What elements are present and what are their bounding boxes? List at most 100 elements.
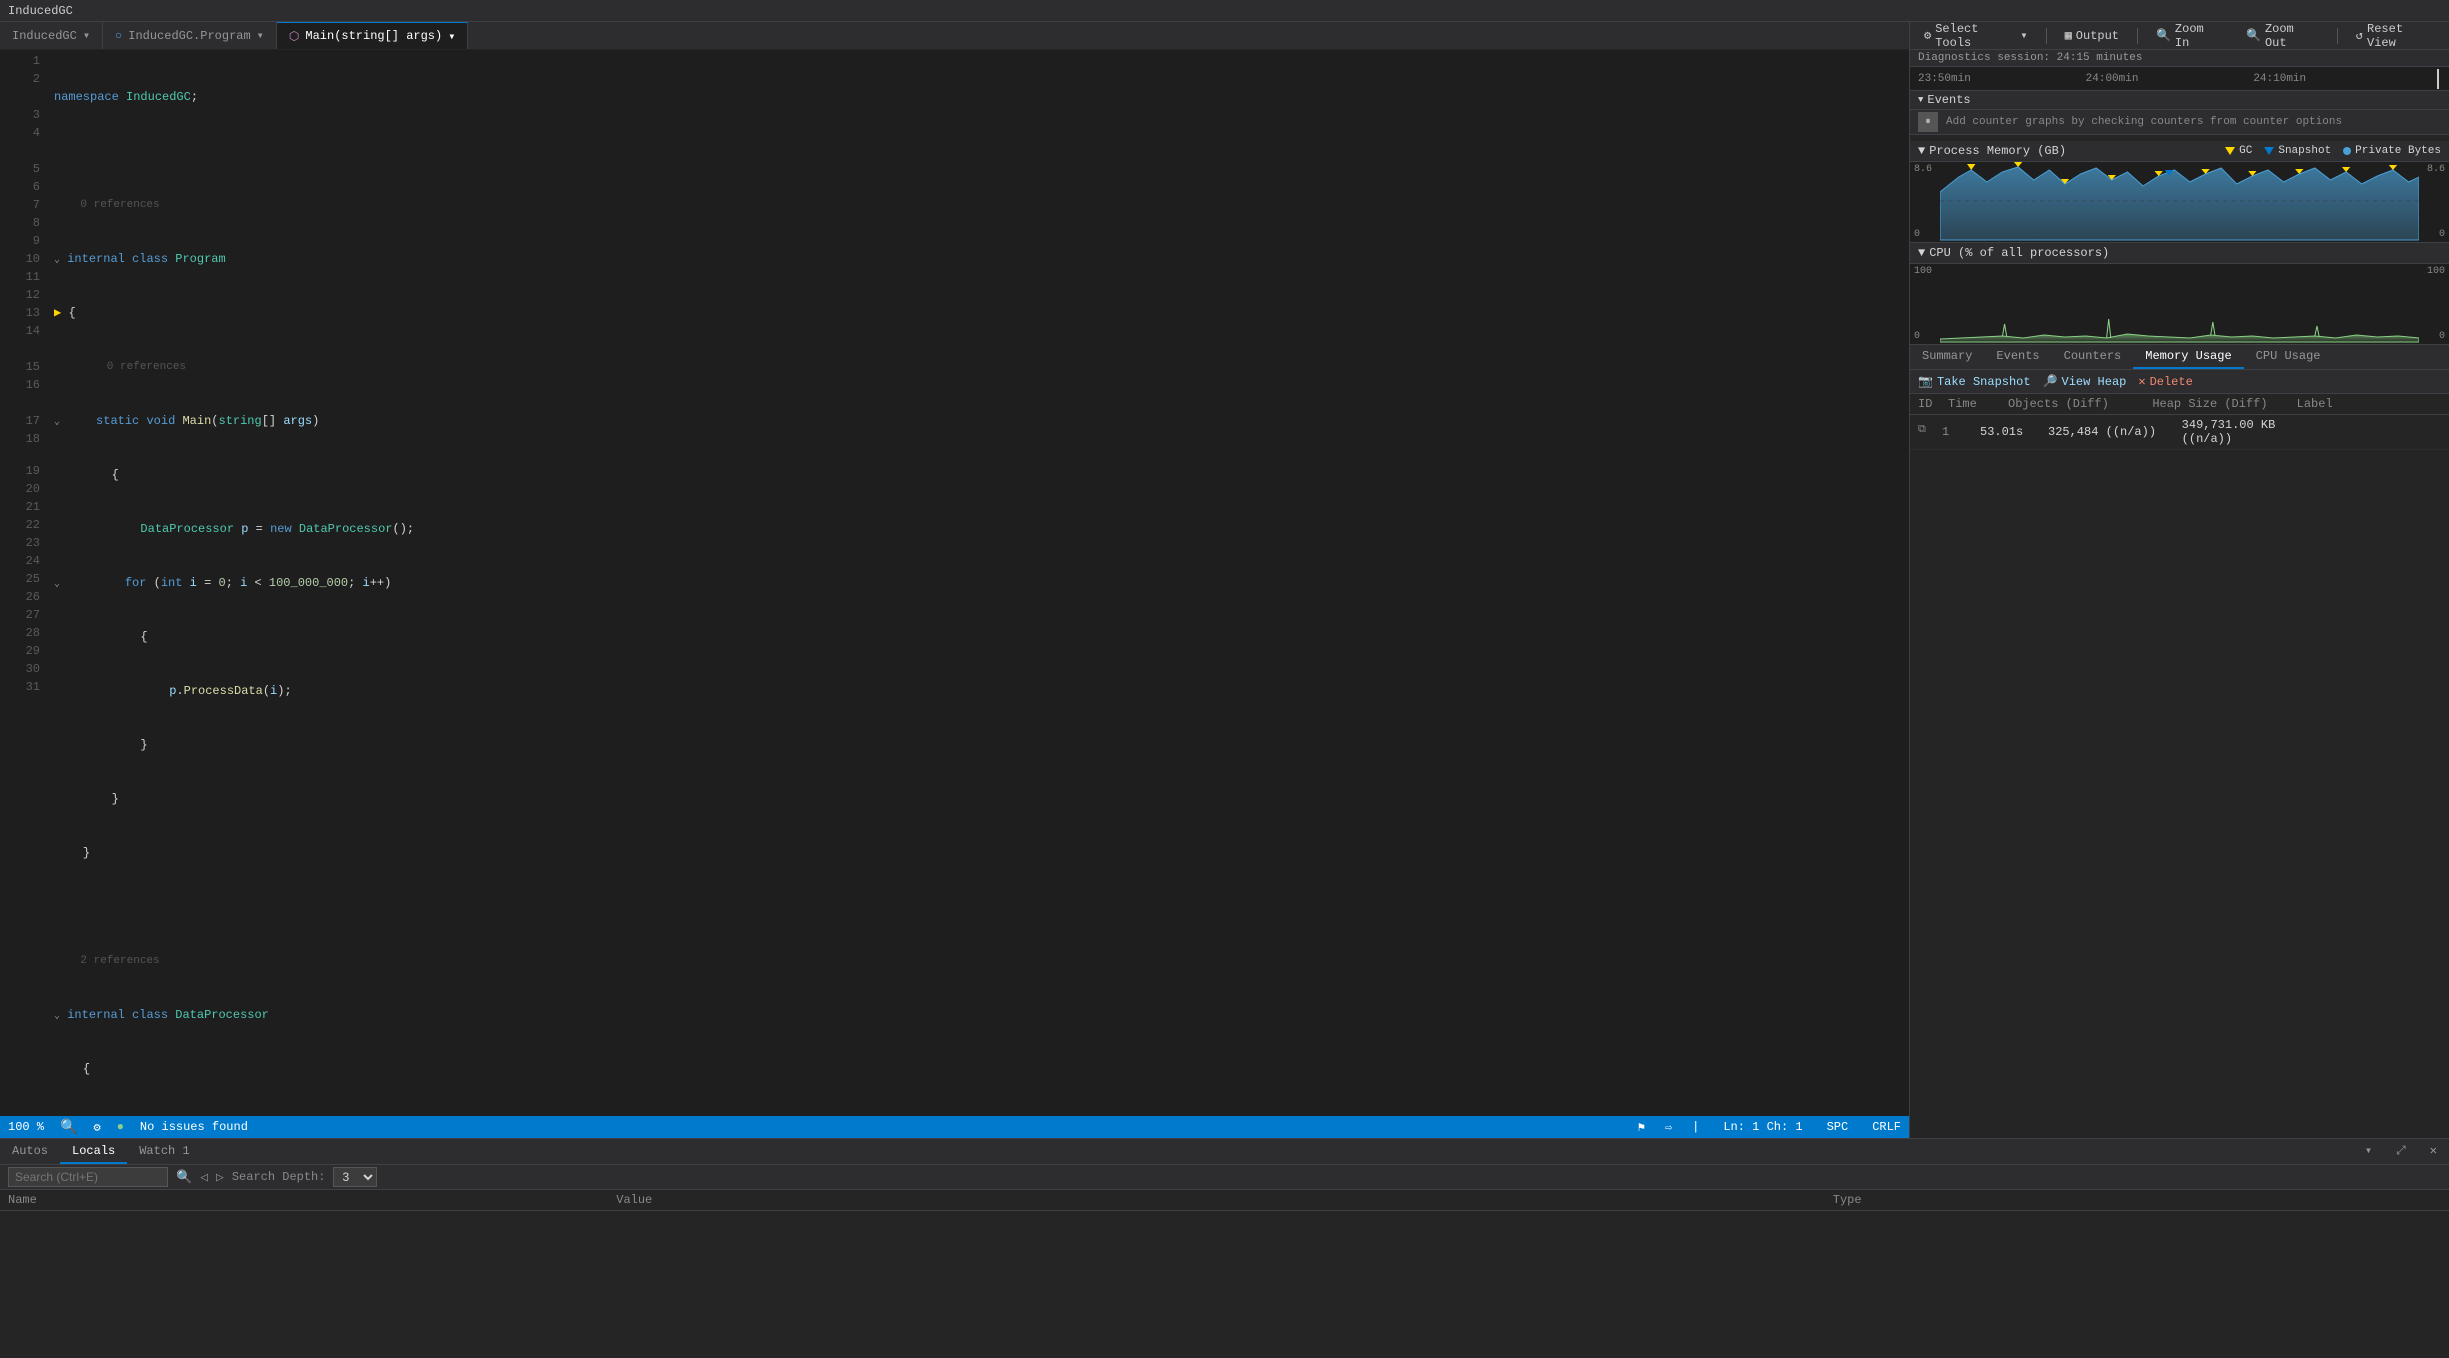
view-heap-button[interactable]: 🔎 View Heap — [2043, 374, 2127, 389]
chart-y-right: 8.6 0 — [2419, 162, 2449, 242]
zoom-level: 100 % — [8, 1120, 44, 1134]
snapshot-heap-size: 349,731.00 KB ((n/a)) — [2182, 418, 2308, 446]
tab-cpu-usage[interactable]: CPU Usage — [2244, 345, 2333, 369]
search-icon[interactable]: | — [1692, 1120, 1699, 1134]
delete-snapshot-button[interactable]: ✕ Delete — [2138, 374, 2192, 389]
bottom-panel: Autos Locals Watch 1 ▾ ⤢ ✕ 🔍 ◁ ▷ Search … — [0, 1138, 2449, 1358]
title-bar: InducedGC — [0, 0, 2449, 22]
zoom-in-icon: 🔍 — [2156, 28, 2171, 43]
depth-select[interactable]: 3510 — [333, 1167, 377, 1187]
memory-chart-section: ▼ Process Memory (GB) GC Snapshot Privat… — [1910, 141, 2449, 243]
cpu-y-max-r: 100 — [2423, 266, 2445, 277]
delete-icon: ✕ — [2138, 374, 2145, 389]
private-bytes-legend: Private Bytes — [2343, 145, 2441, 157]
memory-usage-label: Memory Usage — [2145, 349, 2231, 363]
pause-button[interactable]: ⏸ — [1918, 112, 1938, 132]
timeline-t2: 24:00min — [2086, 73, 2139, 85]
th-label: Label — [2297, 397, 2441, 411]
view-heap-label: View Heap — [2062, 375, 2127, 389]
autos-label: Autos — [12, 1144, 48, 1158]
timeline-t1: 23:50min — [1918, 73, 1971, 85]
cpu-chart-section: ▼ CPU (% of all processors) 100 0 — [1910, 243, 2449, 345]
select-tools-label: Select Tools — [1935, 22, 2016, 50]
tab-dropdown-icon[interactable]: ▾ — [257, 28, 264, 43]
col-type: Type — [1833, 1193, 2441, 1207]
zoom-out-label: Zoom Out — [2265, 22, 2319, 50]
tab-memory-usage[interactable]: Memory Usage — [2133, 345, 2243, 369]
cpu-chart-header: ▼ CPU (% of all processors) — [1910, 243, 2449, 264]
tab-dropdown-icon[interactable]: ▾ — [83, 28, 90, 43]
cpu-usage-label: CPU Usage — [2256, 349, 2321, 363]
select-tools-button[interactable]: ⚙ Select Tools ▾ — [1918, 22, 2034, 52]
tab-indugedgc[interactable]: InducedGC ▾ — [0, 22, 103, 49]
y-min: 0 — [1914, 229, 1936, 240]
zoom-out-icon: 🔍 — [2246, 28, 2261, 43]
col-value: Value — [616, 1193, 1833, 1207]
objects-diff-val: (n/a) — [2113, 425, 2149, 439]
nav-fwd-icon[interactable]: ⇨ — [1665, 1120, 1672, 1135]
tab-dropdown-icon[interactable]: ▾ — [448, 29, 455, 44]
heap-diff-val: (n/a) — [2189, 432, 2225, 446]
events-info: Add counter graphs by checking counters … — [1946, 116, 2342, 128]
take-snapshot-button[interactable]: 📷 Take Snapshot — [1918, 374, 2031, 389]
line-ending: CRLF — [1872, 1120, 1901, 1134]
nav-back-icon[interactable]: ⚑ — [1638, 1120, 1645, 1135]
float-bottom-button[interactable]: ⤢ — [2384, 1139, 2418, 1164]
status-icon: 🔍 — [60, 1119, 77, 1136]
close-bottom-button[interactable]: ✕ — [2418, 1139, 2449, 1164]
code-content: 1 2 3 4 5 6 7 8 9 10 11 12 13 14 15 16 — [0, 50, 1909, 1116]
zoom-out-button[interactable]: 🔍 Zoom Out — [2240, 22, 2325, 52]
bottom-tabs: Autos Locals Watch 1 ▾ ⤢ ✕ — [0, 1139, 2449, 1165]
events-title: Events — [1927, 93, 1970, 107]
cpu-chart-body: 100 0 — [1910, 264, 2449, 344]
events-label: Events — [1996, 349, 2039, 363]
diag-toolbar: ⚙ Select Tools ▾ ▦ Output 🔍 Zoom In 🔍 Zo… — [1910, 22, 2449, 50]
events-chevron: ▼ — [1918, 95, 1923, 105]
search-icon: 🔍 — [176, 1170, 192, 1185]
snapshot-row: ⧉ 1 53.01s 325,484 ((n/a)) 349,731.00 KB… — [1910, 415, 2449, 450]
snapshot-table-header: ID Time Objects (Diff) Heap Size (Diff) … — [1910, 394, 2449, 415]
y-max: 8.6 — [1914, 164, 1936, 175]
timeline-cursor — [2437, 69, 2439, 89]
copy-icon[interactable]: ⧉ — [1918, 424, 1934, 440]
output-button[interactable]: ▦ Output — [2059, 26, 2125, 45]
cpu-y-max: 100 — [1914, 266, 1936, 277]
tab-events[interactable]: Events — [1984, 345, 2051, 369]
th-time: Time — [1948, 397, 2008, 411]
gc-legend-icon — [2225, 147, 2235, 155]
class-icon: ○ — [115, 29, 122, 43]
locals-search-input[interactable] — [8, 1167, 168, 1187]
fwd-nav-button[interactable]: ▷ — [216, 1170, 224, 1185]
app-title: InducedGC — [8, 4, 73, 18]
snapshot-table-body: ⧉ 1 53.01s 325,484 ((n/a)) 349,731.00 KB… — [1910, 415, 2449, 1138]
cpu-y-min: 0 — [1914, 331, 1936, 342]
tab-counters[interactable]: Counters — [2052, 345, 2134, 369]
gc-legend-label: GC — [2239, 145, 2252, 157]
tab-watch1[interactable]: Watch 1 — [127, 1139, 201, 1164]
snapshot-toolbar: 📷 Take Snapshot 🔎 View Heap ✕ Delete — [1910, 370, 2449, 394]
cpu-y-right: 100 0 — [2419, 264, 2449, 344]
tab-summary[interactable]: Summary — [1910, 345, 1984, 369]
main-area: InducedGC ▾ ○ InducedGC.Program ▾ ⬡ Main… — [0, 22, 2449, 1138]
reset-view-button[interactable]: ↺ Reset View — [2350, 22, 2441, 52]
take-snapshot-label: Take Snapshot — [1937, 375, 2031, 389]
session-label: Diagnostics session: 24:15 minutes — [1918, 52, 2142, 64]
collapse-bottom-button[interactable]: ▾ — [2353, 1139, 2384, 1164]
timeline: 23:50min 24:00min 24:10min — [1910, 67, 2449, 91]
tab-main[interactable]: ⬡ Main(string[] args) ▾ — [277, 22, 469, 49]
locals-label: Locals — [72, 1144, 115, 1158]
events-toolbar: ⏸ Add counter graphs by checking counter… — [1910, 110, 2449, 135]
zoom-in-label: Zoom In — [2175, 22, 2222, 50]
bottom-toolbar: 🔍 ◁ ▷ Search Depth: 3510 — [0, 1165, 2449, 1190]
events-header[interactable]: ▼ Events — [1910, 91, 2449, 110]
memory-title: Process Memory (GB) — [1929, 144, 2066, 158]
cpu-chevron: ▼ — [1918, 246, 1925, 260]
snapshot-time: 53.01s — [1980, 425, 2040, 439]
tab-program[interactable]: ○ InducedGC.Program ▾ — [103, 22, 277, 49]
tab-locals[interactable]: Locals — [60, 1139, 127, 1164]
col-name: Name — [8, 1193, 616, 1207]
back-nav-button[interactable]: ◁ — [200, 1170, 208, 1185]
zoom-in-button[interactable]: 🔍 Zoom In — [2150, 22, 2228, 52]
tab-autos[interactable]: Autos — [0, 1139, 60, 1164]
private-bytes-legend-label: Private Bytes — [2355, 145, 2441, 157]
